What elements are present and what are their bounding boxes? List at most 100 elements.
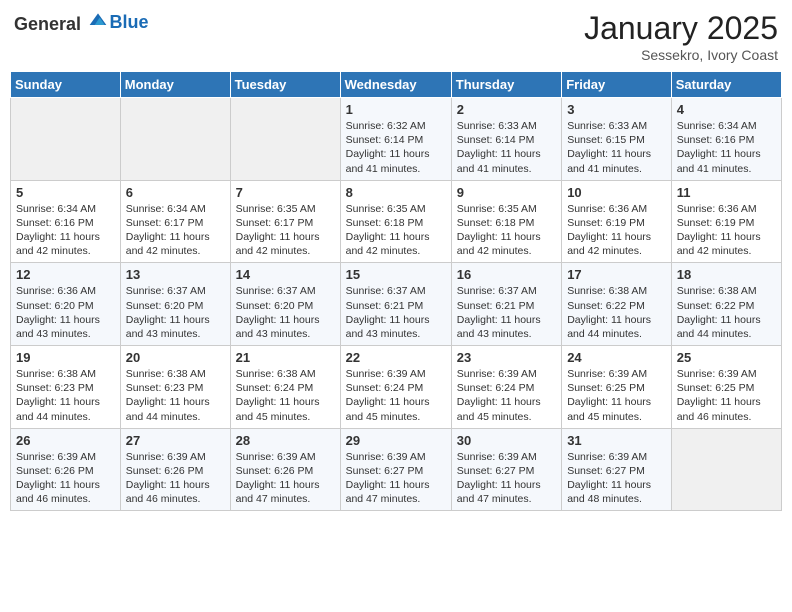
day-info: Sunrise: 6:39 AM Sunset: 6:27 PM Dayligh… [457, 450, 556, 507]
day-number: 15 [346, 267, 446, 282]
weekday-header-wednesday: Wednesday [340, 72, 451, 98]
logo-icon [88, 10, 108, 30]
day-number: 16 [457, 267, 556, 282]
day-number: 9 [457, 185, 556, 200]
day-number: 6 [126, 185, 225, 200]
calendar-cell [230, 98, 340, 181]
calendar-cell: 6Sunrise: 6:34 AM Sunset: 6:17 PM Daylig… [120, 180, 230, 263]
day-number: 21 [236, 350, 335, 365]
calendar-cell: 9 Sunrise: 6:35 AM Sunset: 6:18 PM Daylig… [451, 180, 561, 263]
calendar-cell: 25 Sunrise: 6:39 AM Sunset: 6:25 PM Dayli… [671, 346, 781, 429]
day-number: 19 [16, 350, 115, 365]
day-info: Sunrise: 6:38 AM Sunset: 6:23 PM Dayligh… [126, 367, 225, 424]
day-number: 22 [346, 350, 446, 365]
day-number: 8 [346, 185, 446, 200]
weekday-header-tuesday: Tuesday [230, 72, 340, 98]
calendar-cell: 19 Sunrise: 6:38 AM Sunset: 6:23 PM Dayli… [11, 346, 121, 429]
day-info: Sunrise: 6:39 AM Sunset: 6:25 PM Dayligh… [677, 367, 776, 424]
calendar-cell: 17 Sunrise: 6:38 AM Sunset: 6:22 PM Dayli… [562, 263, 672, 346]
weekday-header-saturday: Saturday [671, 72, 781, 98]
weekday-header-thursday: Thursday [451, 72, 561, 98]
calendar-cell: 15 Sunrise: 6:37 AM Sunset: 6:21 PM Dayli… [340, 263, 451, 346]
day-info: Sunrise: 6:32 AM Sunset: 6:14 PM Dayligh… [346, 119, 446, 176]
weekday-header-monday: Monday [120, 72, 230, 98]
day-info: Sunrise: 6:34 AM Sunset: 6:16 PM Dayligh… [677, 119, 776, 176]
day-info: Sunrise: 6:39 AM Sunset: 6:26 PM Dayligh… [126, 450, 225, 507]
day-number: 26 [16, 433, 115, 448]
day-number: 25 [677, 350, 776, 365]
calendar-cell: 29 Sunrise: 6:39 AM Sunset: 6:27 PM Dayli… [340, 428, 451, 511]
calendar-cell: 14Sunrise: 6:37 AM Sunset: 6:20 PM Dayli… [230, 263, 340, 346]
day-info: Sunrise: 6:35 AM Sunset: 6:17 PM Dayligh… [236, 202, 335, 259]
day-info: Sunrise: 6:33 AM Sunset: 6:15 PM Dayligh… [567, 119, 666, 176]
day-number: 14 [236, 267, 335, 282]
logo-text-blue: Blue [110, 12, 149, 32]
calendar-cell [120, 98, 230, 181]
day-number: 18 [677, 267, 776, 282]
calendar-cell: 10 Sunrise: 6:36 AM Sunset: 6:19 PM Dayli… [562, 180, 672, 263]
calendar-cell [671, 428, 781, 511]
calendar-cell: 7 Sunrise: 6:35 AM Sunset: 6:17 PM Daylig… [230, 180, 340, 263]
calendar-cell: 13 Sunrise: 6:37 AM Sunset: 6:20 PM Dayli… [120, 263, 230, 346]
day-number: 5 [16, 185, 115, 200]
calendar-cell: 5 Sunrise: 6:34 AM Sunset: 6:16 PM Daylig… [11, 180, 121, 263]
day-info: Sunrise: 6:38 AM Sunset: 6:24 PM Dayligh… [236, 367, 335, 424]
day-number: 1 [346, 102, 446, 117]
calendar-week-row: 5 Sunrise: 6:34 AM Sunset: 6:16 PM Daylig… [11, 180, 782, 263]
day-number: 7 [236, 185, 335, 200]
day-number: 4 [677, 102, 776, 117]
calendar-table: SundayMondayTuesdayWednesdayThursdayFrid… [10, 71, 782, 511]
calendar-week-row: 12 Sunrise: 6:36 AM Sunset: 6:20 PM Dayli… [11, 263, 782, 346]
day-number: 13 [126, 267, 225, 282]
day-number: 28 [236, 433, 335, 448]
day-info: Sunrise: 6:37 AM Sunset: 6:21 PM Dayligh… [457, 284, 556, 341]
calendar-week-row: 19 Sunrise: 6:38 AM Sunset: 6:23 PM Dayli… [11, 346, 782, 429]
day-number: 2 [457, 102, 556, 117]
day-info: Sunrise: 6:38 AM Sunset: 6:23 PM Dayligh… [16, 367, 115, 424]
title-block: January 2025 Sessekro, Ivory Coast [584, 10, 778, 63]
calendar-cell: 22 Sunrise: 6:39 AM Sunset: 6:24 PM Dayli… [340, 346, 451, 429]
calendar-cell: 28 Sunrise: 6:39 AM Sunset: 6:26 PM Dayli… [230, 428, 340, 511]
page-header: General Blue January 2025 Sessekro, Ivor… [10, 10, 782, 63]
day-info: Sunrise: 6:33 AM Sunset: 6:14 PM Dayligh… [457, 119, 556, 176]
day-info: Sunrise: 6:36 AM Sunset: 6:20 PM Dayligh… [16, 284, 115, 341]
day-number: 10 [567, 185, 666, 200]
day-number: 17 [567, 267, 666, 282]
calendar-cell: 18 Sunrise: 6:38 AM Sunset: 6:22 PM Dayli… [671, 263, 781, 346]
day-number: 12 [16, 267, 115, 282]
day-info: Sunrise: 6:38 AM Sunset: 6:22 PM Dayligh… [677, 284, 776, 341]
day-info: Sunrise: 6:37 AM Sunset: 6:21 PM Dayligh… [346, 284, 446, 341]
day-number: 23 [457, 350, 556, 365]
day-info: Sunrise: 6:35 AM Sunset: 6:18 PM Dayligh… [457, 202, 556, 259]
day-info: Sunrise: 6:38 AM Sunset: 6:22 PM Dayligh… [567, 284, 666, 341]
calendar-cell: 16 Sunrise: 6:37 AM Sunset: 6:21 PM Dayli… [451, 263, 561, 346]
day-info: Sunrise: 6:39 AM Sunset: 6:25 PM Dayligh… [567, 367, 666, 424]
calendar-cell: 26 Sunrise: 6:39 AM Sunset: 6:26 PM Dayli… [11, 428, 121, 511]
calendar-cell: 1 Sunrise: 6:32 AM Sunset: 6:14 PM Daylig… [340, 98, 451, 181]
day-info: Sunrise: 6:39 AM Sunset: 6:26 PM Dayligh… [236, 450, 335, 507]
day-number: 24 [567, 350, 666, 365]
day-info: Sunrise: 6:39 AM Sunset: 6:27 PM Dayligh… [346, 450, 446, 507]
day-info: Sunrise: 6:37 AM Sunset: 6:20 PM Dayligh… [126, 284, 225, 341]
day-info: Sunrise: 6:39 AM Sunset: 6:26 PM Dayligh… [16, 450, 115, 507]
calendar-cell: 23Sunrise: 6:39 AM Sunset: 6:24 PM Dayli… [451, 346, 561, 429]
day-number: 29 [346, 433, 446, 448]
calendar-cell [11, 98, 121, 181]
calendar-week-row: 1 Sunrise: 6:32 AM Sunset: 6:14 PM Daylig… [11, 98, 782, 181]
calendar-week-row: 26 Sunrise: 6:39 AM Sunset: 6:26 PM Dayli… [11, 428, 782, 511]
day-number: 30 [457, 433, 556, 448]
calendar-cell: 2 Sunrise: 6:33 AM Sunset: 6:14 PM Daylig… [451, 98, 561, 181]
logo-text-general: General [14, 14, 81, 34]
calendar-cell: 4 Sunrise: 6:34 AM Sunset: 6:16 PM Daylig… [671, 98, 781, 181]
day-info: Sunrise: 6:36 AM Sunset: 6:19 PM Dayligh… [567, 202, 666, 259]
weekday-header-sunday: Sunday [11, 72, 121, 98]
day-info: Sunrise: 6:34 AM Sunset: 6:16 PM Dayligh… [16, 202, 115, 259]
day-info: Sunrise: 6:35 AM Sunset: 6:18 PM Dayligh… [346, 202, 446, 259]
calendar-cell: 24 Sunrise: 6:39 AM Sunset: 6:25 PM Dayli… [562, 346, 672, 429]
weekday-header-friday: Friday [562, 72, 672, 98]
day-number: 27 [126, 433, 225, 448]
calendar-cell: 21 Sunrise: 6:38 AM Sunset: 6:24 PM Dayli… [230, 346, 340, 429]
day-info: Sunrise: 6:39 AM Sunset: 6:24 PM Dayligh… [346, 367, 446, 424]
calendar-cell: 8 Sunrise: 6:35 AM Sunset: 6:18 PM Daylig… [340, 180, 451, 263]
logo: General Blue [14, 10, 149, 35]
